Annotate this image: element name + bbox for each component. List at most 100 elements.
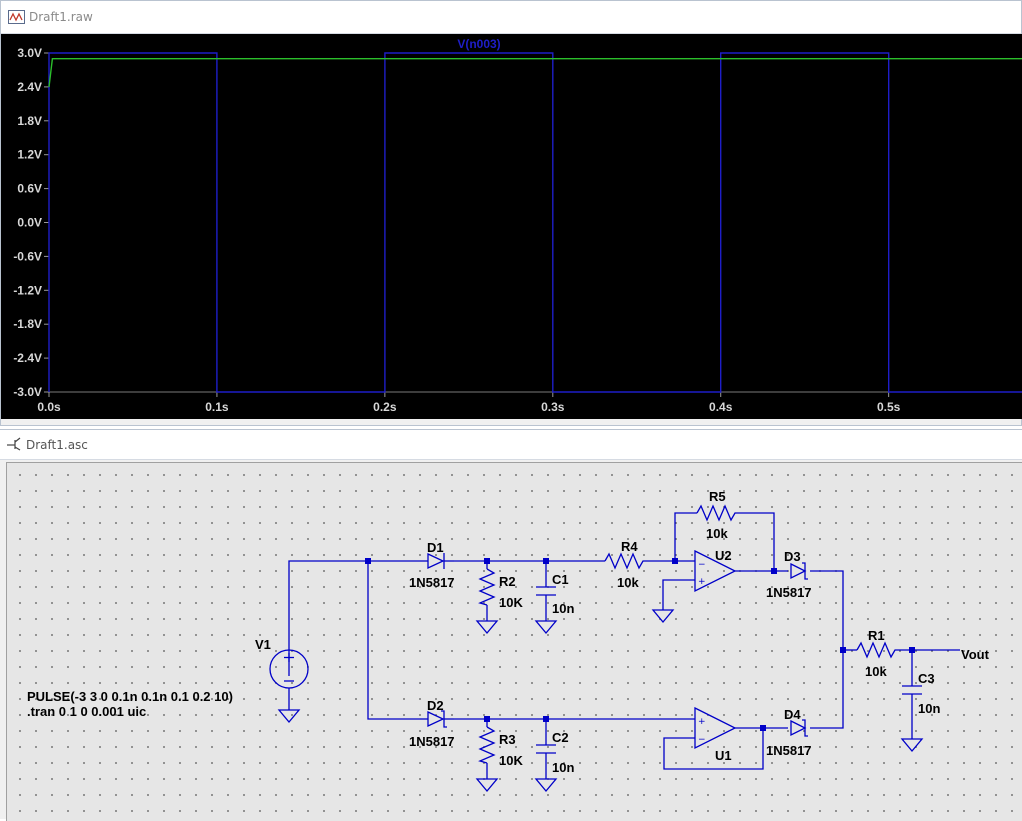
wire-r5-right: [739, 512, 775, 571]
r4-label: R4: [621, 539, 638, 554]
d4-label: D4: [784, 707, 801, 722]
junction-sum: [840, 647, 846, 653]
junction-u1-out: [760, 725, 766, 731]
c3-symbol[interactable]: [902, 685, 922, 695]
r2-label: R2: [499, 574, 516, 589]
tran-directive[interactable]: .tran 0 1 0 0.001 uic: [27, 704, 146, 719]
y-tick-label: 3.0V: [17, 46, 42, 60]
wire-r5-left: [674, 512, 697, 561]
series-line-1[interactable]: [48, 58, 1022, 87]
wire-d3-right: [810, 570, 844, 650]
r1-label: R1: [868, 628, 885, 643]
x-tick-label: 0.0s: [37, 400, 61, 414]
u1-opamp-symbol[interactable]: + −: [694, 706, 737, 750]
r5-label: R5: [709, 489, 726, 504]
r3-value: 10K: [499, 753, 523, 768]
d3-label: D3: [784, 549, 801, 564]
r4-symbol[interactable]: [604, 552, 647, 570]
c3-label: C3: [918, 671, 935, 686]
plot-series[interactable]: [48, 52, 1022, 393]
r3-label: R3: [499, 732, 516, 747]
schematic-titlebar[interactable]: Draft1.asc: [0, 430, 1022, 460]
u2-label: U2: [715, 548, 732, 563]
svg-text:−: −: [698, 735, 706, 745]
waveform-plot-panel[interactable]: V(n003) 3.0V 2.4V 1.8V 1.2V 0.6V 0.0V -0.6V -1.…: [1, 34, 1022, 419]
c3-value: 10n: [918, 701, 940, 716]
y-tick-label: 0.6V: [17, 182, 42, 196]
junction-vout: [909, 647, 915, 653]
d2-symbol[interactable]: [420, 710, 454, 728]
wire-v1-top: [288, 560, 368, 676]
u1-label: U1: [715, 748, 732, 763]
junction-input: [365, 558, 371, 564]
junction-r3: [484, 716, 490, 722]
schematic-window-title: Draft1.asc: [26, 438, 88, 452]
c1-label: C1: [552, 572, 569, 587]
d1-value: 1N5817: [409, 575, 455, 590]
ground-c1: [534, 620, 558, 635]
plot-axes: 3.0V 2.4V 1.8V 1.2V 0.6V 0.0V -0.6V -1.2V -1.8V -…: [13, 46, 1022, 414]
svg-text:+: +: [698, 717, 706, 727]
x-tick-label: 0.1s: [205, 400, 229, 414]
c2-symbol[interactable]: [536, 744, 556, 754]
d4-symbol[interactable]: [790, 719, 808, 737]
junction-u2-minus: [672, 558, 678, 564]
d2-value: 1N5817: [409, 734, 455, 749]
v1-label: V1: [255, 637, 271, 652]
ground-r3: [475, 778, 499, 793]
waveform-plot[interactable]: V(n003) 3.0V 2.4V 1.8V 1.2V 0.6V 0.0V -0.6V -1.…: [1, 34, 1022, 419]
d2-label: D2: [427, 698, 444, 713]
wire-u2-plus-gnd: [662, 579, 695, 610]
y-tick-label: -1.2V: [13, 283, 42, 297]
r3-symbol[interactable]: [478, 726, 496, 764]
c1-symbol[interactable]: [536, 586, 556, 596]
svg-text:+: +: [698, 577, 706, 587]
d1-label: D1: [427, 540, 444, 555]
wire-u1-feedback: [663, 728, 764, 770]
junction-r2: [484, 558, 490, 564]
schematic-drawing[interactable]: − + + − V1 D1 1N5817 D2 1N5817 D3 1N5817…: [7, 463, 1022, 821]
y-tick-label: 0.0V: [17, 216, 42, 230]
r5-value: 10k: [706, 526, 728, 541]
x-tick-label: 0.4s: [709, 400, 733, 414]
r4-value: 10k: [617, 575, 639, 590]
r1-symbol[interactable]: [856, 641, 899, 659]
junction-u2-out: [771, 568, 777, 574]
waveform-titlebar[interactable]: Draft1.raw: [1, 1, 1021, 34]
r2-symbol[interactable]: [478, 568, 496, 606]
r1-value: 10k: [865, 664, 887, 679]
ground-u2: [651, 609, 675, 624]
pulse-directive[interactable]: PULSE(-3 3 0 0.1n 0.1n 0.1 0.2 10): [27, 689, 233, 704]
ground-symbols: [277, 609, 924, 793]
waveform-file-icon: [8, 10, 25, 24]
x-tick-label: 0.3s: [541, 400, 565, 414]
ground-c2: [534, 778, 558, 793]
wire-d4-right: [810, 650, 844, 729]
vout-net-label[interactable]: Vout: [961, 647, 990, 662]
c2-value: 10n: [552, 760, 574, 775]
y-tick-label: 2.4V: [17, 80, 42, 94]
schematic-file-icon: [7, 437, 21, 451]
junction-c1: [543, 558, 549, 564]
d1-symbol[interactable]: [420, 552, 454, 570]
schematic-canvas[interactable]: − + + − V1 D1 1N5817 D2 1N5817 D3 1N5817…: [6, 462, 1022, 821]
c1-value: 10n: [552, 601, 574, 616]
x-tick-label: 0.2s: [373, 400, 397, 414]
schematic-window: Draft1.asc − + + − V1 D1 1N5817 D2 1N581…: [0, 429, 1022, 821]
trace-label[interactable]: V(n003): [457, 37, 500, 51]
y-tick-label: -0.6V: [13, 249, 42, 263]
svg-text:−: −: [698, 560, 706, 570]
c2-label: C2: [552, 730, 569, 745]
y-tick-label: 1.2V: [17, 148, 42, 162]
y-tick-label: -3.0V: [13, 385, 42, 399]
d4-value: 1N5817: [766, 743, 812, 758]
series-line-0[interactable]: [48, 52, 1022, 393]
d3-symbol[interactable]: [790, 562, 808, 580]
ground-v1: [277, 709, 301, 724]
ground-c3: [900, 738, 924, 753]
y-tick-label: -1.8V: [13, 317, 42, 331]
y-tick-label: 1.8V: [17, 114, 42, 128]
d3-value: 1N5817: [766, 585, 812, 600]
waveform-window-title: Draft1.raw: [29, 10, 93, 24]
r5-symbol[interactable]: [696, 504, 739, 522]
